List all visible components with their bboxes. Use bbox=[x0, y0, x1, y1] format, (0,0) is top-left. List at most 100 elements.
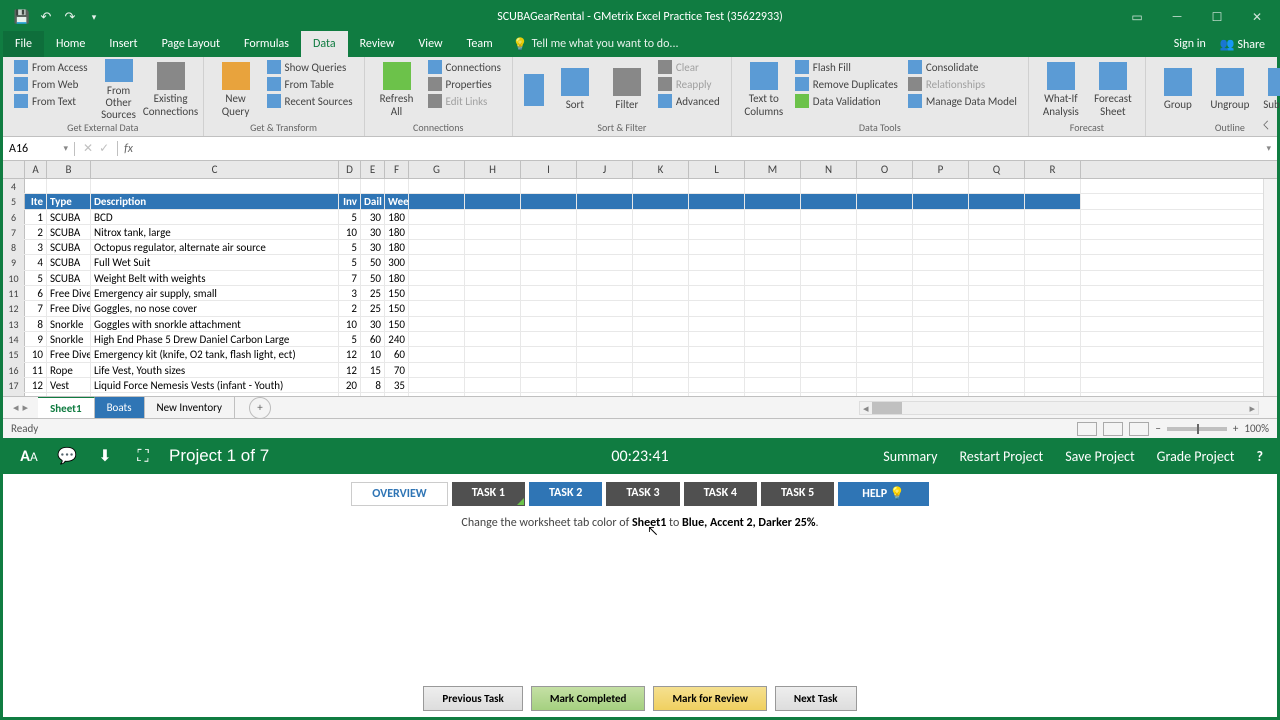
cell[interactable] bbox=[465, 240, 521, 254]
cell[interactable] bbox=[633, 255, 689, 269]
recent-sources-button[interactable]: Recent Sources bbox=[264, 93, 356, 109]
row-header[interactable]: 4 bbox=[3, 179, 25, 193]
cell[interactable] bbox=[689, 255, 745, 269]
cell[interactable]: 10 bbox=[339, 317, 361, 331]
tab-home[interactable]: Home bbox=[44, 31, 97, 57]
cell[interactable]: 2 bbox=[339, 301, 361, 315]
cell[interactable] bbox=[801, 255, 857, 269]
expand-formula-icon[interactable]: ▾ bbox=[1260, 143, 1277, 154]
cell[interactable] bbox=[969, 347, 1025, 361]
tab-overview[interactable]: OVERVIEW bbox=[351, 482, 448, 506]
col-header-G[interactable]: G bbox=[409, 161, 465, 178]
cell[interactable] bbox=[969, 378, 1025, 392]
cell[interactable]: Goggles, no nose cover bbox=[91, 301, 339, 315]
row-header[interactable]: 8 bbox=[3, 240, 25, 254]
zoom-out-icon[interactable]: − bbox=[1155, 422, 1160, 435]
save-project-icon[interactable]: ⬇ bbox=[93, 444, 117, 468]
mark-review-button[interactable]: Mark for Review bbox=[653, 686, 766, 711]
cell[interactable] bbox=[745, 240, 801, 254]
new-query-button[interactable]: New Query bbox=[212, 59, 260, 121]
row-header[interactable]: 10 bbox=[3, 271, 25, 285]
cell[interactable]: High End Phase 5 Drew Daniel Carbon Larg… bbox=[91, 332, 339, 346]
cell[interactable]: Wee bbox=[385, 194, 409, 208]
sheet-tab-sheet1[interactable]: Sheet1 bbox=[38, 397, 95, 418]
cell[interactable] bbox=[913, 271, 969, 285]
cell[interactable]: Rope bbox=[47, 363, 91, 377]
sheet-tab-boats[interactable]: Boats bbox=[95, 397, 145, 418]
cell[interactable]: 150 bbox=[385, 301, 409, 315]
help-icon[interactable]: ? bbox=[1257, 448, 1264, 465]
cell[interactable]: 10 bbox=[25, 347, 47, 361]
cell[interactable] bbox=[339, 179, 361, 193]
cell[interactable]: 12 bbox=[25, 378, 47, 392]
col-header-E[interactable]: E bbox=[361, 161, 385, 178]
close-icon[interactable]: ✕ bbox=[1237, 3, 1277, 31]
cell[interactable]: 10 bbox=[339, 225, 361, 239]
cell[interactable] bbox=[857, 179, 913, 193]
cell[interactable] bbox=[969, 255, 1025, 269]
cell[interactable]: SCUBA bbox=[47, 210, 91, 224]
cell[interactable]: 30 bbox=[361, 317, 385, 331]
cell[interactable] bbox=[969, 286, 1025, 300]
cell[interactable] bbox=[801, 301, 857, 315]
cell[interactable] bbox=[1025, 179, 1081, 193]
cell[interactable] bbox=[801, 317, 857, 331]
cell[interactable] bbox=[857, 240, 913, 254]
cell[interactable] bbox=[969, 301, 1025, 315]
filter-button[interactable]: Filter bbox=[603, 59, 651, 121]
cancel-formula-icon[interactable]: ✕ bbox=[83, 141, 93, 156]
tab-data[interactable]: Data bbox=[301, 31, 348, 57]
cell[interactable]: Emergency air supply, small bbox=[91, 286, 339, 300]
cell[interactable] bbox=[1025, 225, 1081, 239]
grade-link[interactable]: Grade Project bbox=[1157, 448, 1235, 465]
row-header[interactable]: 14 bbox=[3, 332, 25, 346]
cell[interactable] bbox=[745, 378, 801, 392]
consolidate-button[interactable]: Consolidate bbox=[905, 59, 1020, 75]
cell[interactable]: Free Dive bbox=[47, 286, 91, 300]
row-header[interactable]: 17 bbox=[3, 378, 25, 392]
cell[interactable] bbox=[577, 194, 633, 208]
cell[interactable]: 5 bbox=[25, 271, 47, 285]
col-header-A[interactable]: A bbox=[25, 161, 47, 178]
cell[interactable]: 180 bbox=[385, 225, 409, 239]
cell[interactable]: 50 bbox=[361, 271, 385, 285]
cell[interactable] bbox=[969, 271, 1025, 285]
cell[interactable] bbox=[577, 378, 633, 392]
cell[interactable] bbox=[1025, 347, 1081, 361]
prev-sheet-icon[interactable]: ◂ bbox=[13, 401, 19, 414]
cell[interactable]: Vest bbox=[47, 378, 91, 392]
cell[interactable] bbox=[801, 194, 857, 208]
text-to-columns-button[interactable]: Text to Columns bbox=[740, 59, 788, 121]
cell[interactable]: 30 bbox=[361, 225, 385, 239]
cell[interactable] bbox=[801, 332, 857, 346]
cell[interactable]: 9 bbox=[25, 332, 47, 346]
cell[interactable] bbox=[409, 255, 465, 269]
cell[interactable] bbox=[689, 240, 745, 254]
cell[interactable] bbox=[409, 378, 465, 392]
cell[interactable] bbox=[465, 301, 521, 315]
cell[interactable] bbox=[577, 286, 633, 300]
cell[interactable] bbox=[913, 210, 969, 224]
restart-link[interactable]: Restart Project bbox=[959, 448, 1043, 465]
ungroup-button[interactable]: Ungroup bbox=[1206, 59, 1254, 121]
from-web-button[interactable]: From Web bbox=[11, 76, 91, 92]
cell[interactable] bbox=[801, 210, 857, 224]
cell[interactable] bbox=[1025, 240, 1081, 254]
whatif-button[interactable]: What-If Analysis bbox=[1037, 59, 1085, 121]
collapse-ribbon-icon[interactable]: ㄑ bbox=[1261, 117, 1271, 132]
tab-help[interactable]: HELP 💡 bbox=[838, 482, 929, 506]
tab-file[interactable]: File bbox=[3, 31, 44, 57]
col-header-J[interactable]: J bbox=[577, 161, 633, 178]
cell[interactable]: Free Dive bbox=[47, 347, 91, 361]
col-header-I[interactable]: I bbox=[521, 161, 577, 178]
cell[interactable] bbox=[521, 225, 577, 239]
cell[interactable] bbox=[745, 301, 801, 315]
cell[interactable]: 30 bbox=[361, 210, 385, 224]
vertical-scrollbar[interactable] bbox=[1263, 179, 1277, 396]
cell[interactable]: Type bbox=[47, 194, 91, 208]
tab-task4[interactable]: TASK 4 bbox=[684, 482, 757, 506]
tab-view[interactable]: View bbox=[407, 31, 455, 57]
tab-formulas[interactable]: Formulas bbox=[232, 31, 301, 57]
cell[interactable]: BCD bbox=[91, 210, 339, 224]
cell[interactable] bbox=[857, 286, 913, 300]
